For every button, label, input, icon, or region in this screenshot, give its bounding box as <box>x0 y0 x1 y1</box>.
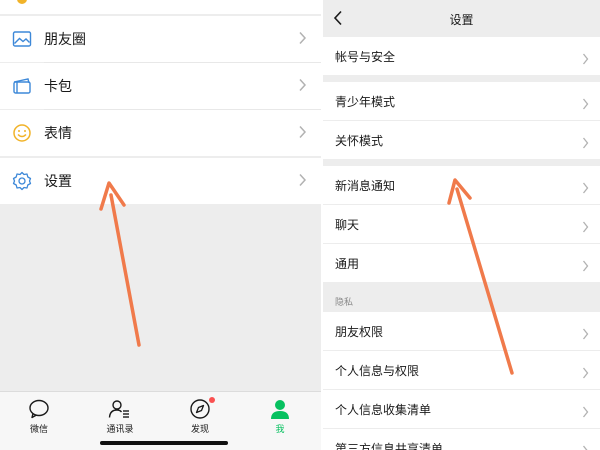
chevron-right-icon <box>582 95 589 114</box>
moments-icon <box>12 29 32 49</box>
chevron-right-icon <box>582 442 589 450</box>
menu-item-label: 设置 <box>44 174 72 190</box>
chevron-right-icon <box>582 364 589 383</box>
partial-row-top <box>0 0 321 14</box>
settings-item-notifications[interactable]: 新消息通知 <box>323 166 600 204</box>
chevron-right-icon <box>298 124 307 143</box>
chevron-right-icon <box>582 50 589 69</box>
tab-me[interactable]: 我 <box>250 398 310 438</box>
settings-item-account-security[interactable]: 帐号与安全 <box>323 37 600 75</box>
tab-discover[interactable]: 发现 <box>170 397 230 438</box>
settings-item-label: 个人信息与权限 <box>335 364 420 378</box>
chevron-right-icon <box>582 325 589 344</box>
settings-page-panel: 设置 帐号与安全 青少年模式 关怀模式 新消息通知 聊天 通用 隐私 朋友权限 … <box>323 0 600 450</box>
settings-item-label: 新消息通知 <box>335 179 396 193</box>
card-package-icon <box>12 76 32 96</box>
settings-item-chat[interactable]: 聊天 <box>323 205 600 243</box>
menu-item-moments[interactable]: 朋友圈 <box>0 16 321 62</box>
page-title: 设置 <box>449 13 474 27</box>
menu-item-label: 卡包 <box>44 79 72 95</box>
gear-icon <box>12 171 32 191</box>
settings-item-general[interactable]: 通用 <box>323 244 600 282</box>
menu-item-cards[interactable]: 卡包 <box>0 63 321 109</box>
contacts-icon <box>90 398 150 420</box>
tab-contacts[interactable]: 通讯录 <box>90 398 150 438</box>
settings-item-care-mode[interactable]: 关怀模式 <box>323 121 600 159</box>
settings-item-label: 通用 <box>335 257 360 271</box>
settings-item-label: 关怀模式 <box>335 134 384 148</box>
menu-item-stickers[interactable]: 表情 <box>0 110 321 156</box>
settings-item-third-party-sharing-list[interactable]: 第三方信息共享清单 <box>323 429 600 450</box>
sticker-smile-icon <box>12 123 32 143</box>
tab-label: 微信 <box>29 425 48 435</box>
chat-bubble-icon <box>9 398 69 420</box>
menu-item-label: 朋友圈 <box>44 32 86 48</box>
settings-item-label: 聊天 <box>335 218 360 232</box>
notification-dot <box>209 397 215 403</box>
tab-label: 通讯录 <box>106 425 134 435</box>
compass-icon <box>170 398 230 420</box>
settings-item-personal-info-permissions[interactable]: 个人信息与权限 <box>323 351 600 389</box>
settings-item-label: 青少年模式 <box>335 95 396 109</box>
chevron-right-icon <box>582 257 589 276</box>
home-indicator <box>100 441 228 445</box>
settings-item-label: 帐号与安全 <box>335 50 396 64</box>
settings-item-label: 朋友权限 <box>335 325 384 339</box>
settings-item-friend-permissions[interactable]: 朋友权限 <box>323 312 600 350</box>
menu-item-label: 表情 <box>44 126 72 142</box>
chevron-right-icon <box>582 134 589 153</box>
me-page-panel: 朋友圈 卡包 表情 设置 微信 通讯录 发现 我 <box>0 0 321 450</box>
settings-item-info-collection-list[interactable]: 个人信息收集清单 <box>323 390 600 428</box>
person-icon <box>250 398 310 420</box>
chevron-right-icon <box>298 172 307 191</box>
settings-item-label: 第三方信息共享清单 <box>335 442 444 450</box>
settings-item-label: 个人信息收集清单 <box>335 403 432 417</box>
tab-chats[interactable]: 微信 <box>9 398 69 438</box>
chevron-right-icon <box>582 218 589 237</box>
menu-item-settings[interactable]: 设置 <box>0 158 321 204</box>
chevron-right-icon <box>298 77 307 96</box>
section-header-privacy: 隐私 <box>335 298 354 308</box>
chevron-right-icon <box>582 403 589 422</box>
partial-icon <box>17 0 27 4</box>
chevron-right-icon <box>298 30 307 49</box>
settings-item-teen-mode[interactable]: 青少年模式 <box>323 82 600 120</box>
chevron-right-icon <box>582 179 589 198</box>
nav-bar: 设置 <box>323 0 600 36</box>
tab-label: 发现 <box>190 425 209 435</box>
tab-label: 我 <box>275 425 285 435</box>
